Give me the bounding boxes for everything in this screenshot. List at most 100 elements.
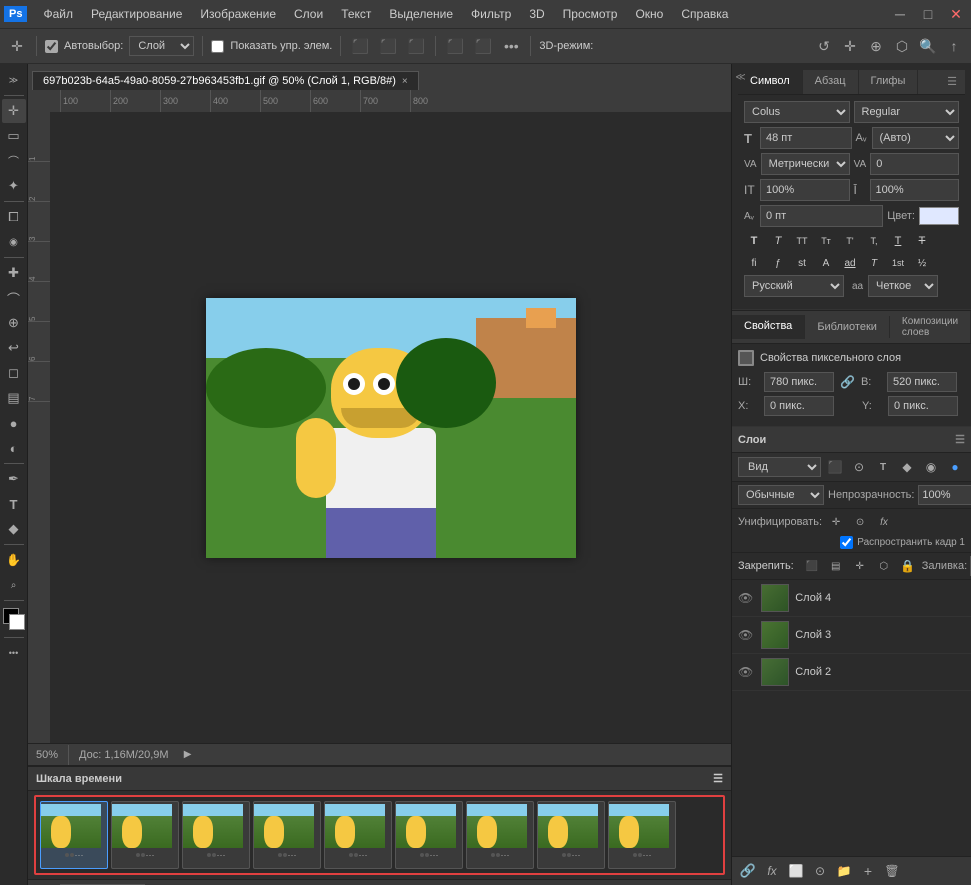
x-input[interactable] bbox=[764, 396, 834, 416]
heal-tool[interactable]: ✚ bbox=[2, 261, 26, 285]
3d-rotate-icon[interactable]: ↺ bbox=[813, 35, 835, 57]
timeline-frame-4[interactable]: 4 ··· bbox=[253, 801, 321, 869]
clone-tool[interactable]: ⊕ bbox=[2, 311, 26, 335]
arrange-icon[interactable]: ⬡ bbox=[891, 35, 913, 57]
text-tool[interactable]: T bbox=[2, 492, 26, 516]
panel-expand-icon[interactable]: ≪ bbox=[732, 68, 750, 86]
link-layers-icon[interactable]: 🔗 bbox=[738, 861, 758, 881]
smallcaps-style-btn[interactable]: Tт bbox=[816, 231, 836, 251]
tab-glyphs[interactable]: Глифы bbox=[859, 70, 919, 94]
add-mask-icon[interactable]: ⬜ bbox=[786, 861, 806, 881]
ordinal-btn[interactable]: 1st bbox=[888, 253, 908, 273]
timeline-frame-6[interactable]: 6 ··· bbox=[395, 801, 463, 869]
allcaps-style-btn[interactable]: TT bbox=[792, 231, 812, 251]
layer-item-0[interactable]: 👁 Слой 4 bbox=[732, 580, 971, 617]
lock-move-icon[interactable]: ✛ bbox=[850, 556, 870, 576]
history-brush-tool[interactable]: ↩ bbox=[2, 336, 26, 360]
zoom-tool[interactable]: ⌕ bbox=[2, 573, 26, 597]
character-panel-menu-icon[interactable]: ☰ bbox=[939, 70, 965, 94]
opacity-input[interactable] bbox=[918, 485, 971, 505]
lock-gradient-icon[interactable]: ▤ bbox=[826, 556, 846, 576]
move-tool[interactable]: ✛ bbox=[2, 99, 26, 123]
blur-tool[interactable]: ● bbox=[2, 411, 26, 435]
superscript-style-btn[interactable]: T' bbox=[840, 231, 860, 251]
kerning-input[interactable] bbox=[870, 153, 959, 175]
menu-layers[interactable]: Слои bbox=[286, 4, 331, 24]
layer-item-1[interactable]: 👁 Слой 3 bbox=[732, 617, 971, 654]
hand-tool[interactable]: ✋ bbox=[2, 548, 26, 572]
background-color[interactable] bbox=[9, 614, 25, 630]
tab-paragraph[interactable]: Абзац bbox=[803, 70, 859, 94]
pen-tool[interactable]: ✒ bbox=[2, 467, 26, 491]
dodge-tool[interactable]: ◐ bbox=[2, 436, 26, 460]
bold-style-btn[interactable]: T bbox=[744, 231, 764, 251]
align-center-icon[interactable]: ⬛ bbox=[377, 35, 399, 57]
antialias-select[interactable]: Четкое Сильное Плавное bbox=[868, 275, 938, 297]
eyedropper-tool[interactable]: ◉ bbox=[2, 230, 26, 254]
link-dimensions-icon[interactable]: 🔗 bbox=[840, 375, 855, 389]
layer-effects-icon[interactable]: fx bbox=[762, 861, 782, 881]
autoselect-select[interactable]: Слой Группа bbox=[129, 36, 194, 56]
autoselect-checkbox[interactable] bbox=[45, 40, 58, 53]
unify-fx-icon[interactable]: fx bbox=[874, 512, 894, 532]
subscript-style-btn[interactable]: T, bbox=[864, 231, 884, 251]
height-input[interactable] bbox=[887, 372, 957, 392]
minimize-button[interactable]: ─ bbox=[889, 3, 911, 25]
magic-wand-tool[interactable]: ✦ bbox=[2, 174, 26, 198]
ligature-st-btn[interactable]: ƒ bbox=[768, 253, 788, 273]
old-style-btn[interactable]: st bbox=[792, 253, 812, 273]
italic-style-btn[interactable]: T bbox=[768, 231, 788, 251]
timeline-frame-8[interactable]: 8 ··· bbox=[537, 801, 605, 869]
menu-filter[interactable]: Фильтр bbox=[463, 4, 519, 24]
color-swatches[interactable] bbox=[3, 608, 25, 630]
lock-artboard-icon[interactable]: ⬡ bbox=[874, 556, 894, 576]
italic-t-btn[interactable]: T bbox=[864, 253, 884, 273]
tab-close-icon[interactable]: × bbox=[402, 76, 408, 87]
unify-pos-icon[interactable]: ✛ bbox=[826, 512, 846, 532]
3d-pan-icon[interactable]: ✛ bbox=[839, 35, 861, 57]
show-controls-checkbox[interactable] bbox=[211, 40, 224, 53]
layer-eye-icon[interactable]: 👁 bbox=[738, 628, 753, 642]
menu-view[interactable]: Просмотр bbox=[555, 4, 626, 24]
new-adjustment-icon[interactable]: ⊙ bbox=[810, 861, 830, 881]
ad-btn[interactable]: ad bbox=[840, 253, 860, 273]
gradient-tool[interactable]: ▤ bbox=[2, 386, 26, 410]
distribute-center-icon[interactable]: ⬛ bbox=[472, 35, 494, 57]
tab-properties[interactable]: Свойства bbox=[732, 315, 805, 339]
expand-tools-icon[interactable]: ≫ bbox=[2, 68, 26, 92]
menu-edit[interactable]: Редактирование bbox=[83, 4, 190, 24]
delete-layer-icon[interactable]: 🗑 bbox=[882, 861, 902, 881]
eraser-tool[interactable]: ◻ bbox=[2, 361, 26, 385]
language-select[interactable]: Русский English bbox=[744, 275, 844, 297]
new-group-icon[interactable]: 📁 bbox=[834, 861, 854, 881]
lasso-tool[interactable]: ⌒ bbox=[2, 149, 26, 173]
timeline-frame-1[interactable]: 1 ··· bbox=[40, 801, 108, 869]
layers-panel-menu-icon[interactable]: ☰ bbox=[955, 433, 965, 446]
unify-style-icon[interactable]: ⊙ bbox=[850, 512, 870, 532]
layers-filter-pixel-icon[interactable]: ⬛ bbox=[825, 457, 845, 477]
status-arrow-icon[interactable]: ▶ bbox=[177, 744, 199, 766]
menu-file[interactable]: Файл bbox=[35, 4, 81, 24]
tab-libraries[interactable]: Библиотеки bbox=[805, 316, 890, 338]
menu-text[interactable]: Текст bbox=[333, 4, 379, 24]
font-size-input[interactable] bbox=[760, 127, 852, 149]
align-left-icon[interactable]: ⬛ bbox=[349, 35, 371, 57]
underline-style-btn[interactable]: T bbox=[888, 231, 908, 251]
font-style-select[interactable]: Regular Bold Italic bbox=[854, 101, 960, 123]
align-right-icon[interactable]: ⬛ bbox=[405, 35, 427, 57]
strikethrough-style-btn[interactable]: T bbox=[912, 231, 932, 251]
layer-eye-icon[interactable]: 👁 bbox=[738, 665, 753, 679]
timeline-frame-3[interactable]: 3 ··· bbox=[182, 801, 250, 869]
document-tab[interactable]: 697b023b-64a5-49a0-8059-27b963453fb1.gif… bbox=[32, 71, 419, 90]
more-options-icon[interactable]: ••• bbox=[500, 35, 522, 57]
color-swatch[interactable] bbox=[919, 207, 959, 225]
menu-select[interactable]: Выделение bbox=[381, 4, 461, 24]
timeline-menu-icon[interactable]: ☰ bbox=[713, 772, 723, 785]
extra-tool[interactable]: ••• bbox=[2, 641, 26, 665]
menu-3d[interactable]: 3D bbox=[521, 4, 552, 24]
lock-all-icon[interactable]: 🔒 bbox=[898, 556, 918, 576]
layers-filter-select[interactable]: Вид Имя Эффект bbox=[738, 457, 821, 477]
tab-layer-comps[interactable]: Композиции слоев bbox=[890, 311, 971, 343]
tracking-select[interactable]: Метрически bbox=[761, 153, 850, 175]
move-tool-icon[interactable]: ✛ bbox=[6, 35, 28, 57]
